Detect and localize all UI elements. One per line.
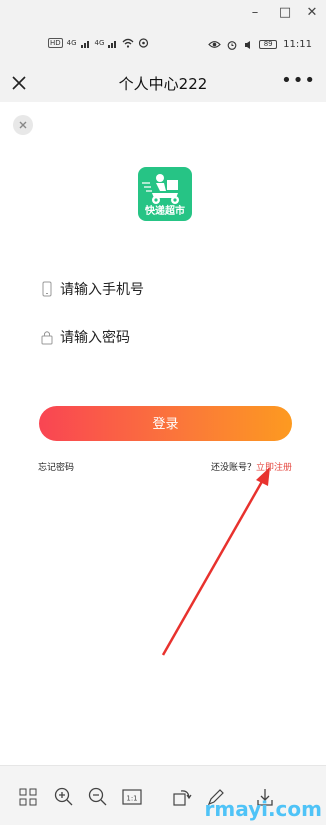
svg-text:1:1: 1:1 [126,795,137,803]
hotspot-icon [139,38,149,48]
lock-icon [41,331,53,345]
phone-input[interactable] [60,275,288,305]
eye-icon [208,41,221,48]
register-prompt: 还没账号？立即注册 [211,460,292,473]
phone-field [40,275,288,305]
logo-text: 快递超市 [145,206,185,217]
zoom-out-icon[interactable] [87,786,109,808]
maximize-button[interactable]: □ [276,4,294,22]
watermark-text: rmayi.com [204,797,322,821]
window-close-button[interactable]: ✕ [303,4,321,22]
grid-icon[interactable] [17,786,39,808]
actual-size-icon[interactable]: 1:1 [121,786,143,808]
status-right: 89 11:11 [208,39,312,50]
page-title: 个人中心222 [118,75,208,93]
clock: 11:11 [283,39,312,50]
minimize-button[interactable]: – [246,4,264,22]
no-account-text: 还没账号？ [210,463,256,473]
alarm-icon [227,40,237,50]
forgot-password-link[interactable]: 忘记密码 [38,460,74,473]
wifi-icon [122,38,134,48]
dismiss-button[interactable] [13,115,33,135]
close-icon [19,121,27,129]
phone-icon [42,281,52,297]
net2-label: 4G [94,39,105,47]
mute-icon [245,40,251,49]
password-field [40,323,288,353]
status-bar: HD 4G 4G 89 11:11 [0,26,326,64]
battery-indicator: 89 [259,40,278,49]
app-logo: 快递超市 [138,167,192,221]
net1-label: 4G [66,39,77,47]
window-title-bar: – □ ✕ [0,0,326,26]
signal-icon [108,40,117,48]
password-input[interactable] [60,323,288,353]
more-menu-button[interactable]: ••• [281,70,316,91]
signal-icon [80,40,89,48]
login-button[interactable]: 登录 [39,406,292,441]
register-link[interactable]: 立即注册 [256,463,292,473]
sim1-badge: HD [48,38,63,48]
rotate-icon[interactable] [171,786,193,808]
status-left: HD 4G 4G [48,38,149,48]
app-header: 个人中心222 ••• [0,64,326,102]
zoom-in-icon[interactable] [53,786,75,808]
